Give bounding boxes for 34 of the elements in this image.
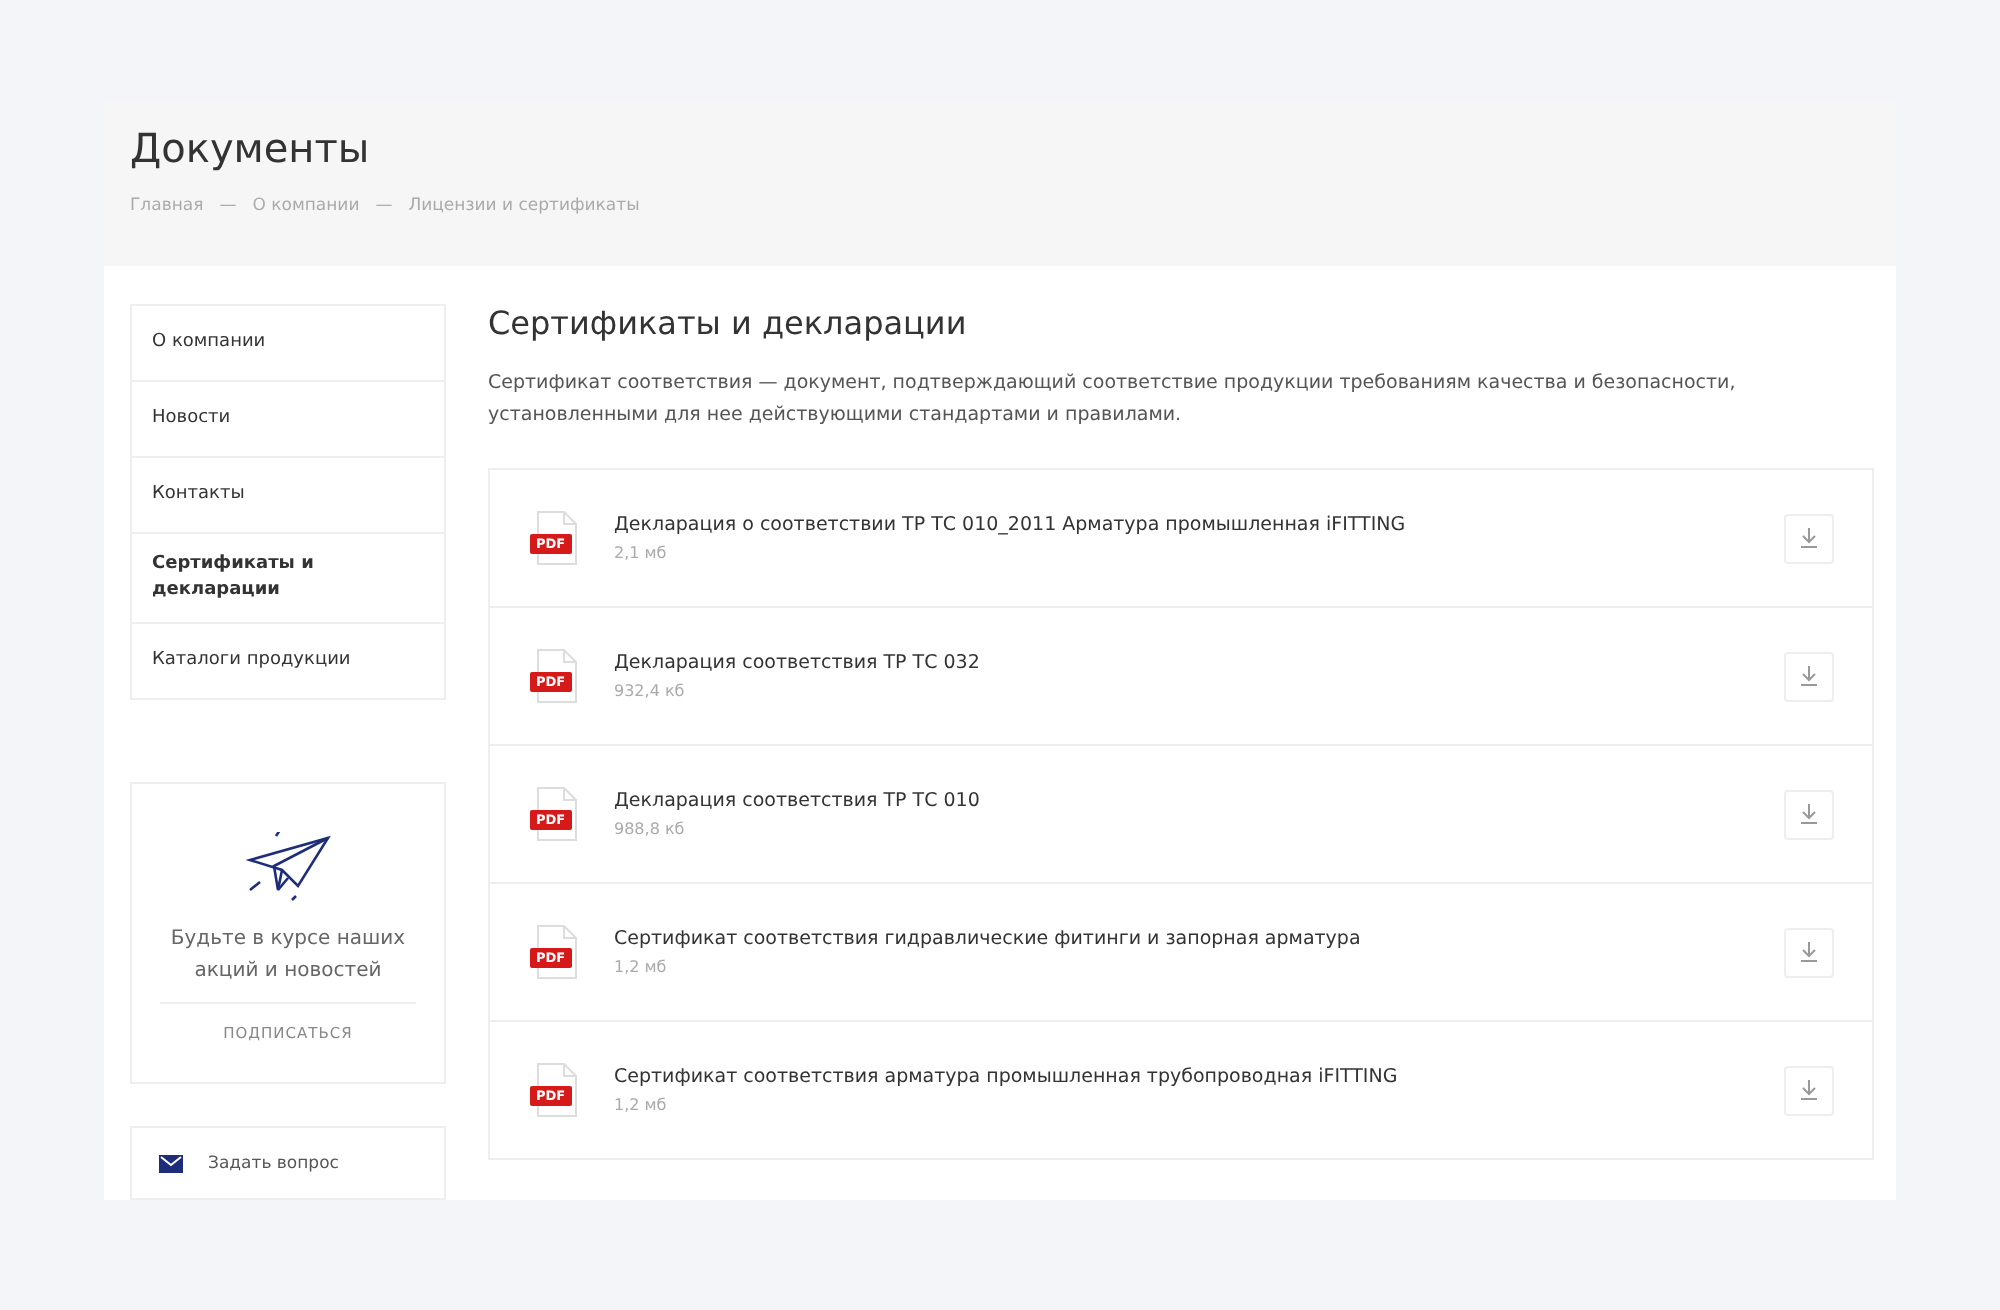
download-button[interactable] <box>1784 651 1834 701</box>
download-button[interactable] <box>1784 513 1834 563</box>
download-icon <box>1800 804 1818 824</box>
document-name[interactable]: Сертификат соответствия арматура промышленная трубопроводная iFITTING <box>614 1066 1784 1088</box>
download-icon <box>1800 942 1818 962</box>
download-icon <box>1800 666 1818 686</box>
download-button[interactable] <box>1784 789 1834 839</box>
document-name[interactable]: Декларация соответствия ТР ТС 032 <box>614 652 1784 674</box>
download-button[interactable] <box>1784 1065 1834 1115</box>
sidebar-item[interactable]: Сертификаты и декларации <box>132 532 444 622</box>
ask-question-button[interactable]: Задать вопрос <box>130 1126 446 1200</box>
document-size: 2,1 мб <box>614 544 669 562</box>
document-size: 1,2 мб <box>614 1096 669 1114</box>
document-name[interactable]: Сертификат соответствия гидравлические фитинги и запорная арматура <box>614 928 1784 950</box>
section-description: Сертификат соответствия — документ, подтверждающий соответствие продукции требованиям качества и безопасности, установленными для нее действующими стандартами и правилами. <box>488 370 1738 430</box>
page-title: Документы <box>130 122 372 176</box>
document-name[interactable]: Декларация соответствия ТР ТС 010 <box>614 790 1784 812</box>
paper-plane-icon <box>244 832 332 904</box>
document-size: 1,2 мб <box>614 958 669 976</box>
document-size: 932,4 кб <box>614 682 687 700</box>
subscribe-text: Будьте в курсе наших акций и новостей <box>168 926 408 986</box>
breadcrumb-separator: — <box>219 196 237 216</box>
document-name[interactable]: Декларация о соответствии ТР ТС 010_2011 Арматура промышленная iFITTING <box>614 514 1784 536</box>
sidebar-item[interactable]: Контакты <box>132 456 444 532</box>
sidebar-item[interactable]: Новости <box>132 380 444 456</box>
download-button[interactable] <box>1784 927 1834 977</box>
sidebar-item[interactable]: О компании <box>132 306 444 380</box>
section-title: Сертификаты и декларации <box>488 304 969 344</box>
envelope-icon <box>158 1153 184 1173</box>
breadcrumb-separator: — <box>375 196 393 216</box>
download-icon <box>1800 528 1818 548</box>
document-size: 988,8 кб <box>614 820 687 838</box>
sidebar-item[interactable]: Каталоги продукции <box>132 622 444 698</box>
download-icon <box>1800 1080 1818 1100</box>
